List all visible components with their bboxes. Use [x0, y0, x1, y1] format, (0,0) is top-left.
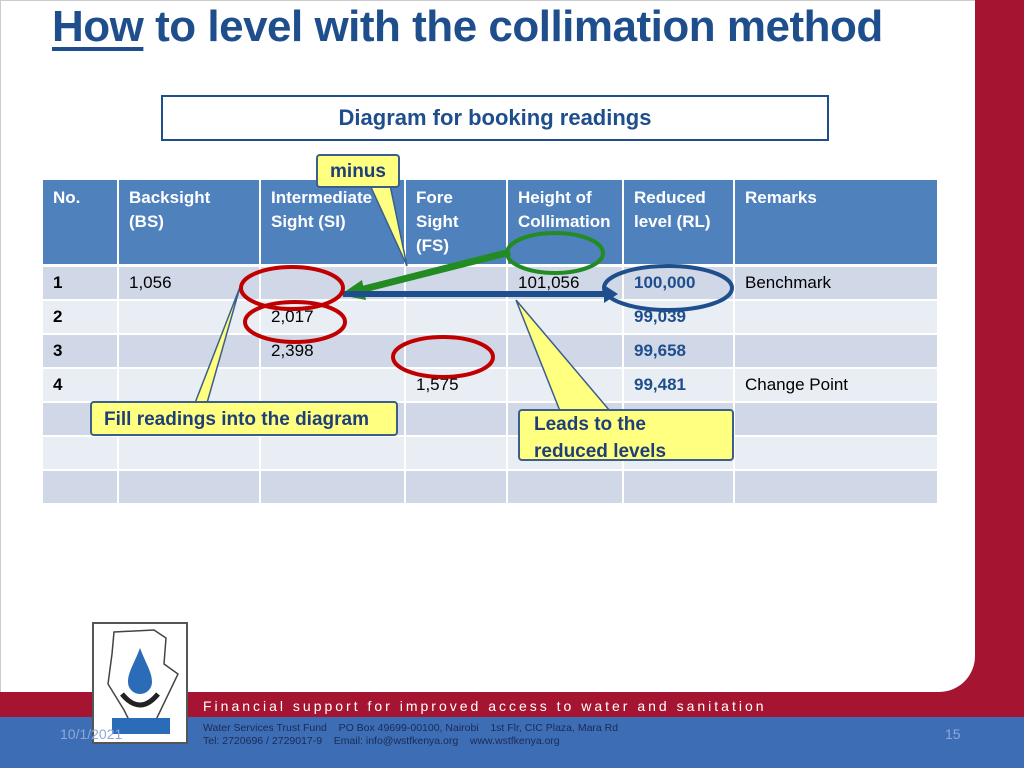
green-arrow-line [359, 248, 511, 294]
footer-address: Water Services Trust Fund PO Box 49699-0… [203, 722, 619, 747]
minus-callout-pointer [368, 184, 408, 267]
leads-callout-line2: reduced levels [534, 441, 667, 462]
leads-callout-line1: Leads to the [534, 414, 646, 435]
fill-callout-pointer [140, 286, 241, 404]
footer-slogan: Financial support for improved access to… [203, 698, 767, 714]
circle-hc [505, 231, 605, 275]
leads-callout: Leads to the reduced levels [518, 409, 734, 462]
slide-date: 10/1/2021 [60, 726, 123, 742]
slide-number: 15 [945, 726, 961, 742]
fill-readings-callout: Fill readings into the diagram [90, 401, 398, 436]
leads-callout-pointer [515, 299, 612, 412]
minus-callout: minus [316, 154, 400, 188]
circle-rl [602, 264, 734, 312]
circle-fs [391, 335, 495, 379]
